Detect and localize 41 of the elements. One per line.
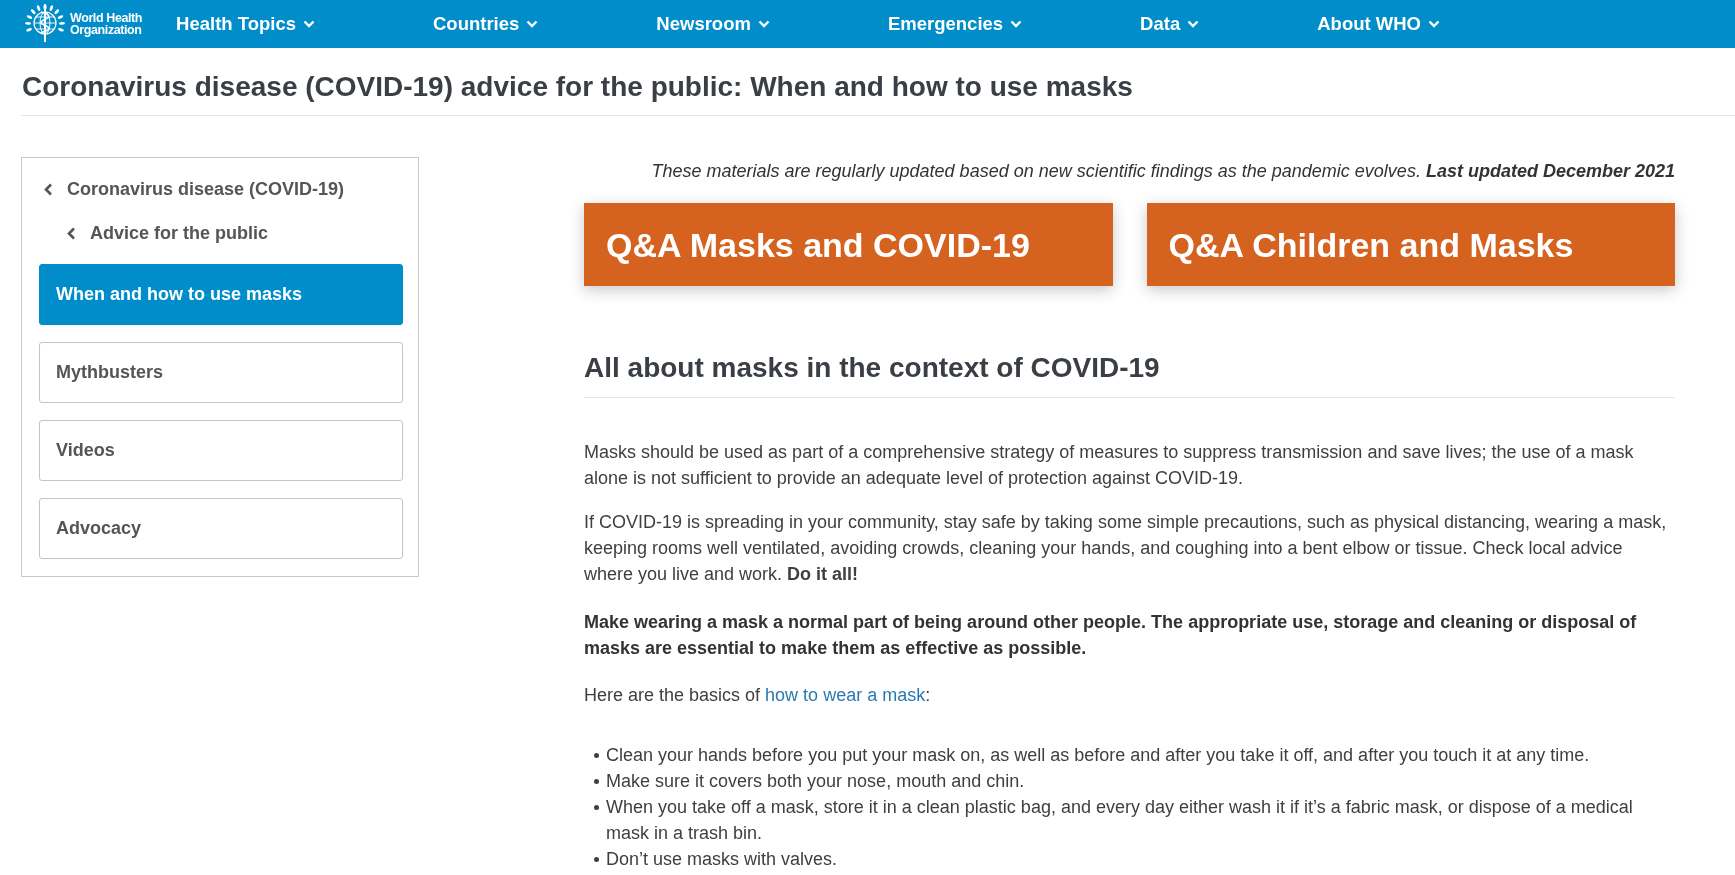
chevron-down-icon xyxy=(526,20,539,28)
chevron-down-icon xyxy=(757,20,770,28)
body-paragraph: Here are the basics of how to wear a mask: xyxy=(584,684,932,707)
emphasis-paragraph: Make wearing a mask a normal part of being around other people. The appropriate use, storage and cleaning or disposal of masks are essential to make them as effective as possible. xyxy=(584,611,1638,660)
bullet-icon xyxy=(594,805,599,810)
bullet-icon xyxy=(594,753,599,758)
nav-menu-item[interactable]: About WHO xyxy=(1317,12,1440,36)
sidebar-item[interactable]: When and how to use masks xyxy=(39,264,403,325)
chevron-down-icon xyxy=(303,20,315,28)
list-item: Clean your hands before you put your mask on, as well as before and after you take it off, and after you touch it at any time. xyxy=(606,744,1590,767)
qa-link[interactable]: Q&A Children and Masks xyxy=(1146,203,1675,286)
section-heading: All about masks in the context of COVID-19 xyxy=(584,351,1161,385)
sidebar-item[interactable]: Mythbusters xyxy=(39,342,403,403)
nav-menu-item[interactable]: Health Topics xyxy=(176,12,315,36)
bullet-icon xyxy=(594,779,599,784)
nav-menu-item[interactable]: Data xyxy=(1140,12,1200,36)
list-item: Don’t use masks with valves. xyxy=(606,848,838,871)
list-item: Make sure it covers both your nose, mouth and chin. xyxy=(606,770,1025,793)
sidebar-item[interactable]: Videos xyxy=(39,420,403,481)
back-link[interactable]: Coronavirus disease (COVID-19) xyxy=(44,178,345,200)
nav-menu-item[interactable]: Countries xyxy=(433,12,539,36)
who-logo[interactable]: World Health Organization xyxy=(23,4,143,44)
list-item: When you take off a mask, store it in a clean plastic bag, and every day either wash it if it’s a fabric mask, or dispose of a medical mask in a trash bin. xyxy=(606,796,1634,845)
chevron-down-icon xyxy=(1010,20,1023,28)
inline-link[interactable]: how to wear a mask xyxy=(765,685,926,705)
sidebar-item[interactable]: Advocacy xyxy=(39,498,403,559)
bullet-icon xyxy=(594,857,599,862)
back-link[interactable]: Advice for the public xyxy=(67,222,269,244)
nav-menu-item[interactable]: Newsroom xyxy=(656,12,770,36)
logo-text: World Health Organization xyxy=(70,12,143,36)
page-title: Coronavirus disease (COVID-19) advice for the public: When and how to use masks xyxy=(21,70,1134,104)
nav-menu-item[interactable]: Emergencies xyxy=(887,12,1023,36)
chevron-down-icon xyxy=(1187,20,1200,28)
update-note: These materials are regularly updated based on new scientific findings as the pandemic evolves. Last updated December 2021 xyxy=(650,160,1675,183)
chevron-left-icon xyxy=(44,182,53,196)
chevron-down-icon xyxy=(1428,20,1440,28)
qa-link[interactable]: Q&A Masks and COVID-19 xyxy=(584,203,1113,286)
body-paragraph: If COVID-19 is spreading in your community, stay safe by taking some simple precautions, such as physical distancing, wearing a mask, keeping rooms well ventilated, avoiding crowds, cleaning your hands, and coughing into a bent elbow or tissue. Check local advice where you live and work. Do it all! xyxy=(584,511,1668,586)
body-paragraph: Masks should be used as part of a comprehensive strategy of measures to suppress transmission and save lives; the use of a mask alone is not sufficient to provide an adequate level of protection against COVID-19. xyxy=(584,441,1635,490)
globe-emblem-icon xyxy=(23,4,67,44)
chevron-left-icon xyxy=(67,226,76,240)
